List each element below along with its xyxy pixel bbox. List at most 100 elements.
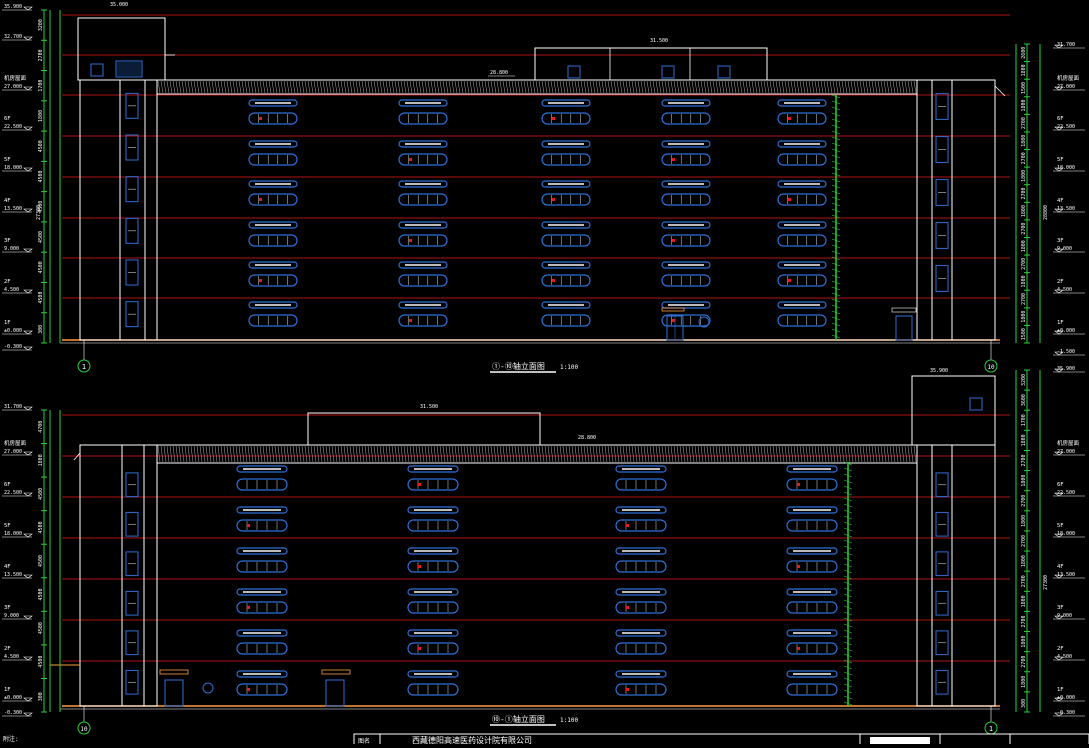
parapet-hatch [403,445,407,463]
window-mark [418,647,421,650]
level-name: 6F [1057,116,1064,122]
parapet-hatch [913,445,917,463]
axis-label: 10 [987,364,995,371]
parapet-hatch [763,445,767,463]
parapet-hatch [589,445,593,463]
parapet-hatch [277,445,281,463]
parapet-hatch [823,80,827,94]
parapet-hatch [220,80,224,94]
parapet-hatch [541,80,545,94]
bot-left-dim-label: 4500 [38,589,44,601]
parapet-hatch [220,445,224,463]
parapet-hatch [265,445,269,463]
parapet-hatch [514,80,518,94]
parapet-hatch [766,445,770,463]
parapet-hatch [523,80,527,94]
parapet-hatch [502,445,506,463]
left-stair-window-5 [125,669,139,695]
parapet-hatch [748,80,752,94]
level-elevation: -0.300 [1057,710,1075,716]
window-block [777,221,827,247]
level-elevation: ±0.000 [4,695,22,701]
bot-right-level-4: 4F 13.500 [1053,564,1085,579]
cad-drawing-canvas[interactable]: 28.800 35.000 31.500 3200 2700 1700 1800 4500 45… [0,0,1089,747]
parapet-hatch [901,80,905,94]
top-right-dim-label: 1500 [1021,328,1027,340]
top-right-dim-label: 1500 [1021,82,1027,94]
level-name: 5F [4,157,11,163]
axis-bubble-start: 1 [77,340,91,373]
bot-right-dim-label: 1800 [1021,515,1027,527]
parapet-hatch [844,80,848,94]
level-name: 2F [1057,279,1064,285]
parapet-hatch [814,80,818,94]
parapet-hatch [862,80,866,94]
parapet-hatch [661,445,665,463]
parapet-hatch [751,80,755,94]
level-marker [23,656,33,661]
parapet-hatch [313,80,317,94]
parapet-hatch [490,445,494,463]
parapet-hatch [592,445,596,463]
parapet-hatch [487,80,491,94]
parapet-hatch [157,445,161,463]
parapet-hatch [286,80,290,94]
window-mark [552,198,555,201]
parapet-hatch [448,445,452,463]
parapet-hatch [382,445,386,463]
bot-right-level-0: 35.900 [1053,366,1085,373]
level-name: 机房屋面 [1057,439,1080,447]
window-block [615,670,667,696]
top-right-level-2: 6F 22.500 [1053,116,1085,131]
parapet-hatch [436,445,440,463]
parapet-hatch [856,80,860,94]
parapet-hatch [691,80,695,94]
parapet-hatch [451,80,455,94]
parapet-hatch [661,80,665,94]
parapet-hatch [697,445,701,463]
parapet-hatch [475,445,479,463]
parapet-hatch [277,80,281,94]
level-marker [23,208,33,213]
parapet-hatch [328,445,332,463]
parapet-hatch [181,80,185,94]
parapet-hatch [190,80,194,94]
parapet-hatch [253,445,257,463]
parapet-hatch [556,445,560,463]
left-stair-window-3 [125,590,139,616]
parapet-hatch [508,80,512,94]
bot-left-dim-label: 4700 [38,421,44,433]
parapet-hatch [691,445,695,463]
parapet-hatch [328,80,332,94]
level-elevation: 27.000 [4,449,22,455]
top-left-dim-label: 3200 [38,19,44,31]
window-lower [541,193,591,206]
parapet-hatch [199,445,203,463]
parapet-hatch [214,445,218,463]
level-marker [23,167,33,172]
parapet-hatch [658,445,662,463]
parapet-hatch [355,445,359,463]
parapet-hatch [346,445,350,463]
parapet-hatch [646,80,650,94]
parapet-hatch [730,80,734,94]
notes-label: 附注: [3,735,19,743]
window-lower [786,519,838,532]
parapet-hatch [169,445,173,463]
parapet-hatch [520,445,524,463]
parapet-hatch [160,445,164,463]
parapet-hatch [208,445,212,463]
window-block [777,140,827,166]
top-right-dim-label: 1800 [1021,64,1027,76]
parapet-hatch [805,445,809,463]
window-block [236,547,288,573]
parapet-hatch [760,445,764,463]
parapet-hatch [907,80,911,94]
parapet-hatch [730,445,734,463]
window-lower [236,478,288,491]
parapet-hatch [745,445,749,463]
parapet-hatch [748,445,752,463]
parapet-hatch [802,80,806,94]
top-elevation: 28.800 35.000 31.500 3200 2700 1700 1800 4500 45… [2,2,1085,373]
parapet-hatch [442,80,446,94]
